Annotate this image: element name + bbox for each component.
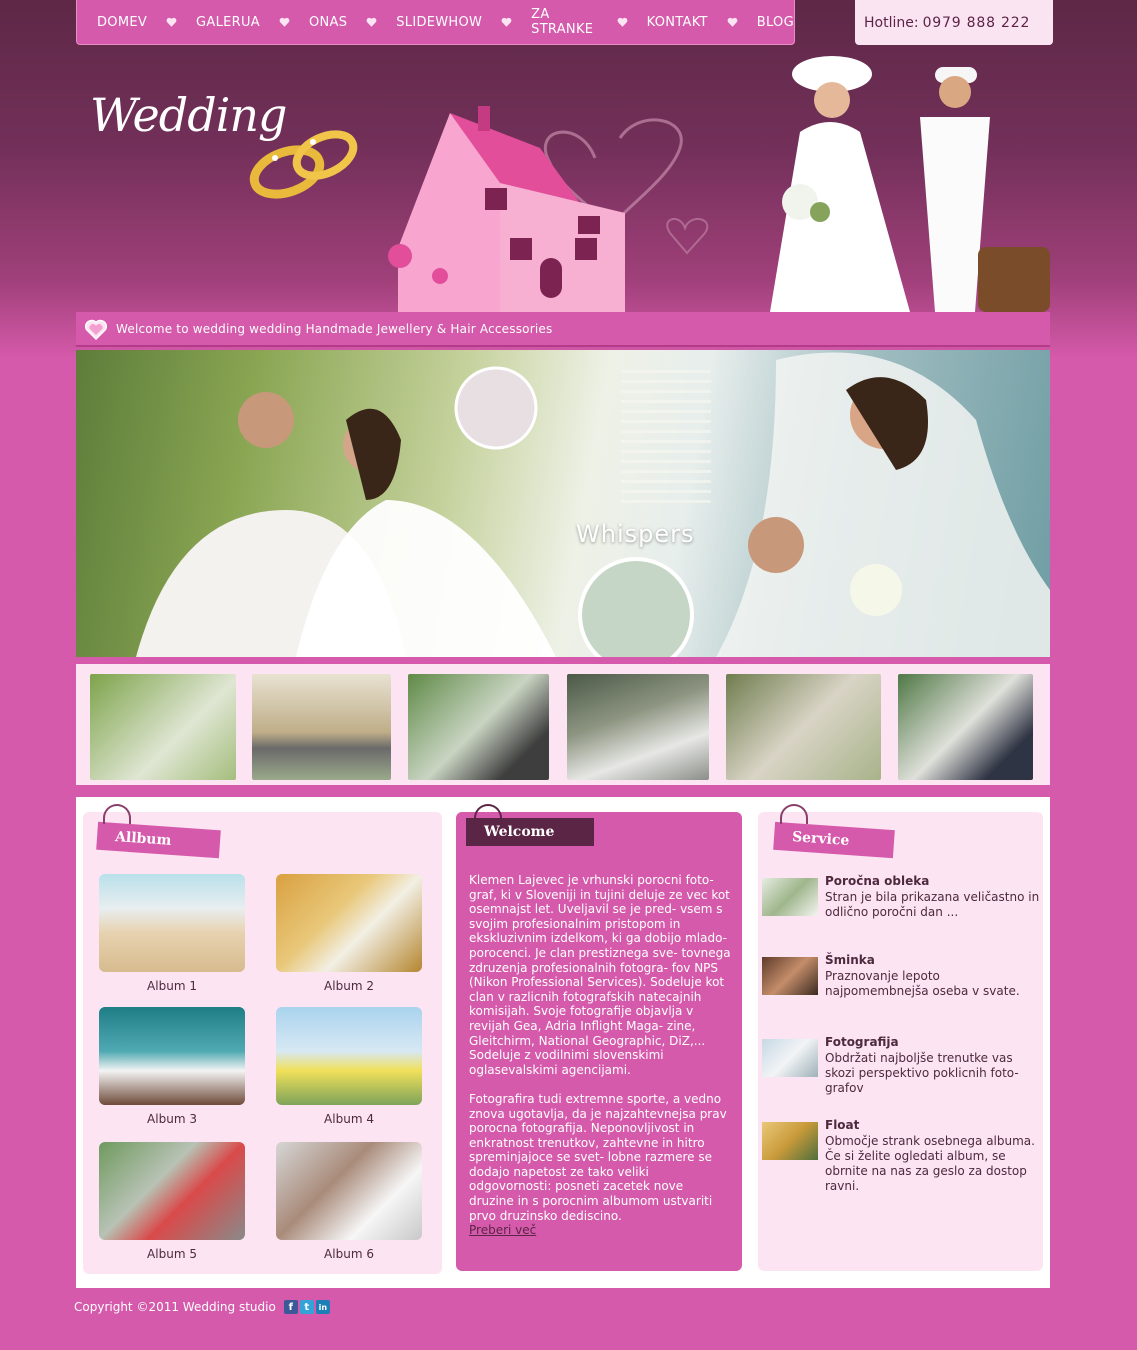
hotline-number[interactable]: 0979 888 222 [923,15,1031,31]
banner-title: Whispers [576,520,695,548]
album-item-1[interactable]: Album 1 [99,874,245,993]
banner-photo [136,352,1050,657]
thumbnail-strip [76,664,1050,788]
hero-banner[interactable]: Whispers [76,350,1050,657]
album-label[interactable]: Album 2 [276,979,422,993]
album-thumbnail[interactable] [99,1142,245,1240]
welcome-text: Klemen Lajevec je vrhunski porocni foto-… [469,873,731,1238]
service-title[interactable]: Float [825,1118,859,1132]
service-heading-tag: Service [773,821,895,859]
thumbnail-1[interactable] [90,674,236,780]
nav-item-slidewhow[interactable]: SLIDEWHOW [396,15,482,30]
thumbnail-5[interactable] [726,674,881,780]
service-thumbnail[interactable] [762,1039,818,1077]
nav-item-onas[interactable]: ONAS [309,15,347,30]
nav-item-blog[interactable]: BLOG [757,15,794,30]
heart-icon [617,17,628,27]
copyright-text: Copyright ©2011 Wedding studio [74,1300,276,1314]
heart-icon [366,17,377,27]
service-description: Območje strank osebnega albuma. Če si že… [825,1134,1035,1193]
heart-icon [727,17,738,27]
linkedin-icon[interactable]: in [315,1300,330,1314]
service-section: Service Poročna obleka Stran je bila pri… [758,804,1043,1271]
pink-house-illustration [388,106,709,313]
welcome-heading: Welcome [484,824,555,840]
footer: Copyright ©2011 Wedding studio f t in [74,1300,330,1314]
heart-icon [279,17,290,27]
album-thumbnail[interactable] [276,1142,422,1240]
thumbnail-3[interactable] [408,674,549,780]
service-title[interactable]: Poročna obleka [825,874,929,888]
service-thumbnail[interactable] [762,1122,818,1160]
album-section: Allbum Album 1 Album 2 Album 3 Album 4 A… [83,804,442,1274]
album-thumbnail[interactable] [276,874,422,972]
album-label[interactable]: Album 6 [276,1247,422,1261]
album-item-4[interactable]: Album 4 [276,1007,422,1126]
read-more-link[interactable]: Preberi več [469,1223,731,1238]
service-description: Praznovanje lepoto najpomembnejša oseba … [825,969,1020,998]
tag-hook-icon [103,804,131,824]
nav-item-galerua[interactable]: GALERUA [196,15,260,30]
album-label[interactable]: Album 5 [99,1247,245,1261]
heart-icon [166,17,177,27]
welcome-section: Welcome Klemen Lajevec je vrhunski poroc… [456,804,742,1271]
album-heading: Allbum [114,828,172,849]
nav-item-za-stranke[interactable]: ZA STRANKE [531,7,598,37]
album-label[interactable]: Album 4 [276,1112,422,1126]
welcome-bar: Welcome to wedding wedding Handmade Jewe… [76,312,1050,347]
twitter-icon[interactable]: t [299,1300,314,1314]
facebook-icon[interactable]: f [283,1300,298,1314]
thumbnail-6[interactable] [898,674,1033,780]
service-thumbnail[interactable] [762,878,818,916]
album-thumbnail[interactable] [276,1007,422,1105]
welcome-paragraph-1: Klemen Lajevec je vrhunski porocni foto-… [469,873,731,1077]
welcome-bar-text: Welcome to wedding wedding Handmade Jewe… [116,321,553,336]
album-label[interactable]: Album 1 [99,979,245,993]
album-heading-tag: Allbum [96,821,221,859]
main-nav: DOMEV GALERUA ONAS SLIDEWHOW ZA STRANKE … [76,0,795,45]
welcome-paragraph-2: Fotografira tudi extremne sporte, a vedn… [469,1091,727,1223]
album-item-5[interactable]: Album 5 [99,1142,245,1261]
nav-item-kontakt[interactable]: KONTAKT [647,15,708,30]
couple-photo [770,56,1050,312]
heart-icon [501,17,512,27]
album-label[interactable]: Album 3 [99,1112,245,1126]
album-thumbnail[interactable] [99,874,245,972]
tag-hook-icon [474,804,502,824]
service-heading: Service [791,829,850,850]
heart-icon [84,319,108,340]
album-item-6[interactable]: Album 6 [276,1142,422,1261]
service-description: Obdržati najboljše trenutke vas skozi pe… [825,1051,1019,1095]
service-description: Stran je bila prikazana veličastno in od… [825,890,1040,919]
content-panel: Allbum Album 1 Album 2 Album 3 Album 4 A… [76,797,1050,1288]
thumbnail-2[interactable] [252,674,391,780]
service-title[interactable]: Šminka [825,953,875,967]
album-item-2[interactable]: Album 2 [276,874,422,993]
thumbnail-4[interactable] [567,674,709,780]
tag-hook-icon [780,804,808,824]
album-item-3[interactable]: Album 3 [99,1007,245,1126]
nav-item-domev[interactable]: DOMEV [97,15,147,30]
service-thumbnail[interactable] [762,957,818,995]
album-thumbnail[interactable] [99,1007,245,1105]
hotline-box: Hotline: 0979 888 222 [855,0,1053,45]
service-title[interactable]: Fotografija [825,1035,899,1049]
wedding-rings-image [249,130,358,199]
hotline-label: Hotline: [864,14,919,31]
